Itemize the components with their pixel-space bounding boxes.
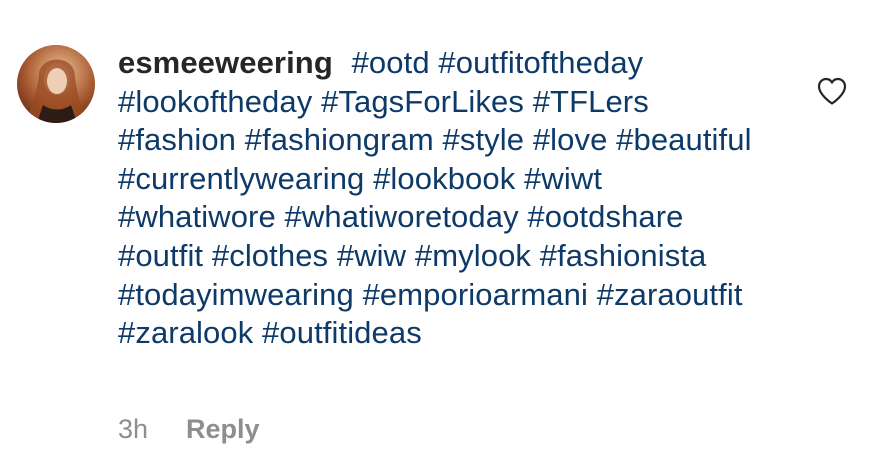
hashtag-link[interactable]: #todayimwearing (118, 277, 354, 312)
hashtag-link[interactable]: #zaraoutfit (597, 277, 743, 312)
hashtag-link[interactable]: #wiwt (524, 161, 602, 196)
hashtag-link[interactable]: #emporioarmani (363, 277, 588, 312)
hashtag-link[interactable]: #TagsForLikes (321, 84, 524, 119)
comment-meta: 3h Reply (118, 414, 260, 445)
hashtag-link[interactable]: #ootd (352, 45, 430, 80)
comment: esmeeweering #ootd #outfitoftheday #look… (0, 0, 878, 469)
hashtag-link[interactable]: #fashiongram (245, 122, 434, 157)
hashtag-link[interactable]: #ootdshare (527, 199, 683, 234)
avatar-image (25, 59, 87, 123)
hashtag-link[interactable]: #whatiworetoday (285, 199, 519, 234)
timestamp: 3h (118, 414, 149, 444)
hashtag-link[interactable]: #whatiwore (118, 199, 276, 234)
hashtag-link[interactable]: #clothes (212, 238, 328, 273)
like-button[interactable] (816, 76, 848, 106)
hashtag-link[interactable]: #style (443, 122, 525, 157)
hashtag-link[interactable]: #lookbook (373, 161, 515, 196)
hashtag-link[interactable]: #mylook (415, 238, 531, 273)
hashtag-link[interactable]: #lookoftheday (118, 84, 312, 119)
hashtag-link[interactable]: #currentlywearing (118, 161, 364, 196)
hashtag-link[interactable]: #fashion (118, 122, 236, 157)
hashtag-link[interactable]: #wiw (337, 238, 406, 273)
heart-outline-icon (817, 77, 847, 105)
comment-text: esmeeweering #ootd #outfitoftheday #look… (118, 44, 768, 353)
hashtag-link[interactable]: #zaralook (118, 315, 253, 350)
avatar[interactable] (17, 45, 95, 123)
hashtag-link[interactable]: #beautiful (616, 122, 751, 157)
hashtag-link[interactable]: #outfit (118, 238, 203, 273)
hashtag-link[interactable]: #outfitoftheday (438, 45, 643, 80)
hashtag-link[interactable]: #love (533, 122, 608, 157)
hashtag-link[interactable]: #outfitideas (262, 315, 422, 350)
username-link[interactable]: esmeeweering (118, 45, 333, 80)
hashtag-link[interactable]: #TFLers (533, 84, 649, 119)
hashtag-link[interactable]: #fashionista (540, 238, 707, 273)
reply-button[interactable]: Reply (186, 414, 260, 445)
